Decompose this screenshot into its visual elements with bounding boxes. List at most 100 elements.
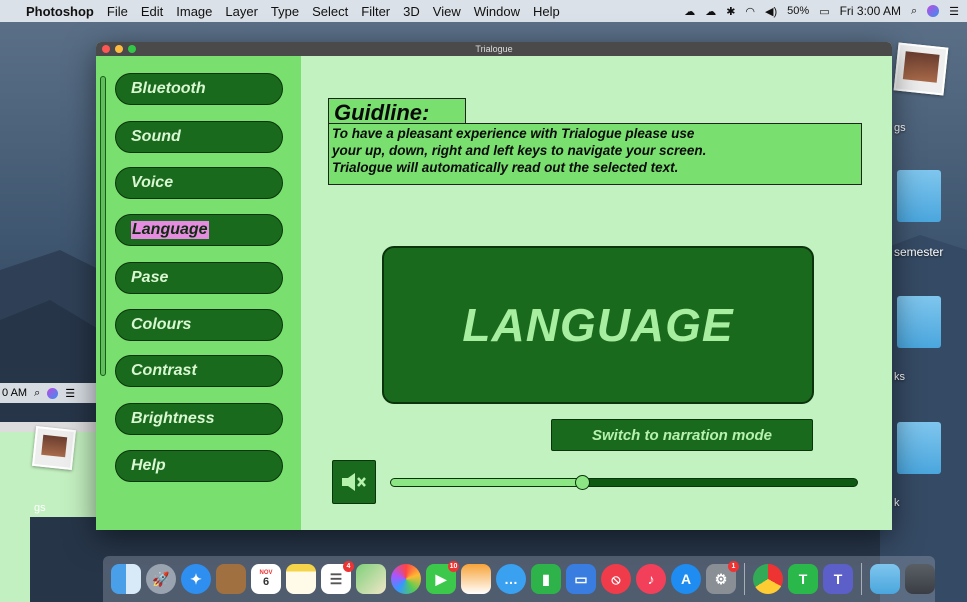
menu-type[interactable]: Type	[271, 4, 299, 19]
finder-icon[interactable]	[111, 564, 141, 594]
menu-bar: Photoshop File Edit Image Layer Type Sel…	[0, 0, 967, 22]
desktop-label-k: k	[894, 497, 900, 509]
photos-icon[interactable]	[391, 564, 421, 594]
sysprefs-badge: 1	[728, 561, 739, 572]
sidebar-item-sound[interactable]: Sound	[115, 121, 283, 153]
minimize-button[interactable]	[115, 45, 123, 53]
menu-view[interactable]: View	[433, 4, 461, 19]
guideline-title: Guidline:	[328, 98, 466, 126]
sidebar-item-contrast[interactable]: Contrast	[115, 355, 283, 387]
zoom-button[interactable]	[128, 45, 136, 53]
bluetooth-icon[interactable]: ✱	[726, 5, 735, 18]
language-panel[interactable]: LANGUAGE	[382, 246, 814, 404]
menu-image[interactable]: Image	[176, 4, 212, 19]
volume-slider-thumb[interactable]	[575, 475, 591, 490]
page-title: LANGUAGE	[462, 299, 734, 351]
volume-slider[interactable]	[390, 475, 858, 490]
window-title: Trialogue	[475, 44, 513, 54]
menu-app-name[interactable]: Photoshop	[26, 4, 94, 19]
sidebar-item-language[interactable]: Language	[115, 214, 283, 246]
desktop-folder-icon[interactable]	[897, 170, 941, 222]
menu-3d[interactable]: 3D	[403, 4, 420, 19]
creative-cloud-icon[interactable]: ☁	[684, 5, 695, 18]
menu-help[interactable]: Help	[533, 4, 560, 19]
close-button[interactable]	[102, 45, 110, 53]
sidebar-item-bluetooth[interactable]: Bluetooth	[115, 73, 283, 105]
sidebar-item-label: Bluetooth	[131, 80, 206, 97]
sidebar-item-label: Pase	[131, 269, 169, 286]
menu-window[interactable]: Window	[474, 4, 520, 19]
sidebar-item-voice[interactable]: Voice	[115, 167, 283, 199]
facetime-icon[interactable]: ▶ 10	[426, 561, 459, 594]
messages-icon[interactable]: …	[496, 564, 526, 594]
downloads-folder-icon[interactable]	[870, 564, 900, 594]
desktop-photos-icon[interactable]	[893, 42, 949, 96]
notefile-icon[interactable]	[216, 564, 246, 594]
volume-icon[interactable]: ◀)	[765, 5, 777, 18]
sidebar-item-label: Colours	[131, 316, 192, 333]
facetime-badge: 10	[448, 561, 459, 572]
mute-button[interactable]	[332, 460, 376, 504]
trialogue-icon[interactable]: T	[788, 564, 818, 594]
speaker-mute-icon	[342, 473, 366, 491]
menu-layer[interactable]: Layer	[225, 4, 258, 19]
secondary-menu-bar: 0 AM ⌕ ☰	[0, 383, 105, 403]
keynote-icon[interactable]: ▭	[566, 564, 596, 594]
desktop-folder-icon[interactable]	[897, 296, 941, 348]
guideline-line: To have a pleasant experience with Trial…	[332, 126, 695, 141]
menu-file[interactable]: File	[107, 4, 128, 19]
sidebar-item-label: Brightness	[131, 410, 215, 427]
teams-icon[interactable]: T	[823, 564, 853, 594]
secondary-label: gs	[34, 502, 46, 514]
trialogue-window: Trialogue Bluetooth Sound Voice Language…	[96, 42, 892, 530]
notes-icon[interactable]	[286, 564, 316, 594]
siri-icon[interactable]	[927, 5, 940, 17]
sidebar-item-label: Help	[131, 457, 166, 474]
music-icon[interactable]: ♪	[636, 564, 666, 594]
spotlight-icon[interactable]: ⌕	[911, 5, 917, 18]
sidebar-item-label: Sound	[131, 128, 181, 145]
menubar-clock[interactable]: Fri 3:00 AM	[840, 4, 901, 18]
news-icon[interactable]: ⦸	[601, 564, 631, 594]
desktop-folder-icon[interactable]	[897, 422, 941, 474]
chrome-icon[interactable]	[753, 564, 783, 594]
sidebar-item-colours[interactable]: Colours	[115, 309, 283, 341]
sidebar: Bluetooth Sound Voice Language Pase Colo…	[96, 56, 301, 530]
volume-slider-fill	[391, 479, 583, 486]
launchpad-icon[interactable]: 🚀	[146, 564, 176, 594]
sidebar-item-pase[interactable]: Pase	[115, 262, 283, 294]
notification-center-icon[interactable]: ☰	[949, 5, 959, 18]
secondary-clock: 0 AM	[2, 387, 28, 399]
appstore-icon[interactable]: A	[671, 564, 701, 594]
menu-edit[interactable]: Edit	[141, 4, 163, 19]
menu-filter[interactable]: Filter	[361, 4, 390, 19]
wifi-icon[interactable]: ◠	[745, 5, 755, 18]
system-preferences-icon[interactable]: ⚙ 1	[706, 561, 739, 594]
sidebar-item-help[interactable]: Help	[115, 450, 283, 482]
cc-sync-icon[interactable]: ☁	[705, 5, 716, 18]
sidebar-item-label: Contrast	[131, 362, 197, 379]
calendar-icon[interactable]: NOV 6	[251, 564, 281, 594]
numbers-icon[interactable]: ▮	[531, 564, 561, 594]
secondary-siri-icon	[47, 387, 59, 399]
guideline-text: To have a pleasant experience with Trial…	[328, 123, 862, 185]
battery-icon[interactable]: ▭	[819, 5, 829, 18]
safari-icon[interactable]: ✦	[181, 564, 211, 594]
pages-icon[interactable]	[461, 564, 491, 594]
secondary-notification-icon: ☰	[65, 387, 76, 400]
switch-narration-button[interactable]: Switch to narration mode	[551, 419, 813, 451]
sidebar-item-label: Language	[131, 221, 209, 239]
guideline-line: Trialogue will automatically read out th…	[332, 160, 679, 175]
trash-icon[interactable]	[905, 564, 935, 594]
sidebar-item-brightness[interactable]: Brightness	[115, 403, 283, 435]
desktop-label-ks: ks	[894, 371, 905, 383]
desktop-label-gs: gs	[894, 122, 906, 134]
sidebar-scrollbar[interactable]	[100, 76, 106, 376]
maps-icon[interactable]	[356, 564, 386, 594]
menu-select[interactable]: Select	[312, 4, 348, 19]
dock-separator	[744, 563, 745, 595]
reminders-icon[interactable]: ☰ 4	[321, 561, 354, 594]
reminders-badge: 4	[343, 561, 354, 572]
desktop-label-semester: semester	[894, 245, 944, 259]
window-titlebar: Trialogue	[96, 42, 892, 56]
